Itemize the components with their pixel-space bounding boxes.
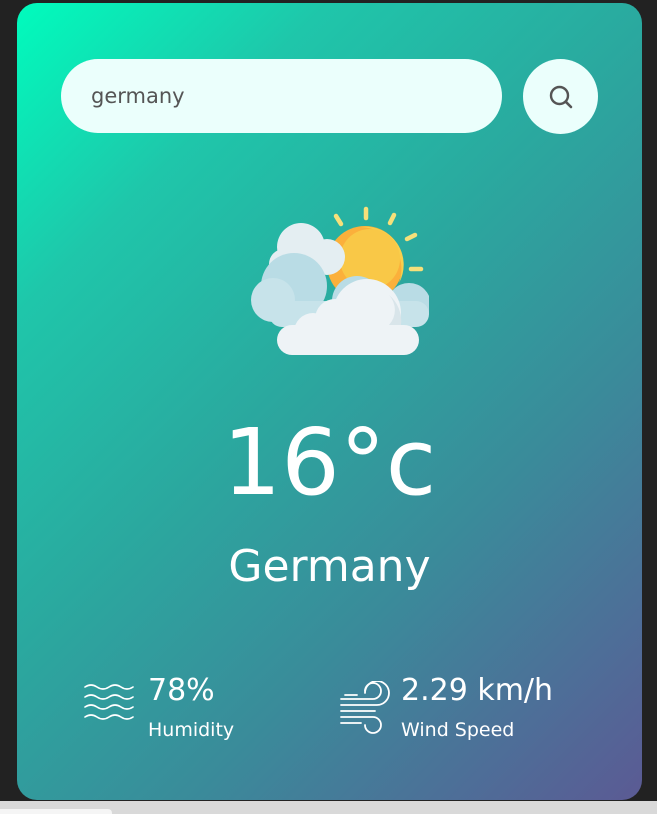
humidity-value: 78% [148,673,215,708]
page: 16°c Germany 78% Humidity [0,0,657,814]
city-name: Germany [228,541,431,592]
partly-cloudy-icon [251,206,429,355]
wind-speed-value: 2.29 km/h [401,673,554,708]
wind-speed-label: Wind Speed [401,719,515,741]
weather-card: 16°c Germany 78% Humidity [17,3,642,800]
search-button[interactable] [523,59,598,134]
search-icon [549,85,572,108]
humidity-waves-icon [84,684,134,720]
search-input[interactable] [61,59,502,133]
wind-stat: 2.29 km/h Wind Speed [337,671,617,751]
browser-bottom-bar [0,801,657,814]
wind-icon [340,681,390,734]
humidity-stat: 78% Humidity [83,671,313,751]
bottom-bar-tab [0,809,112,814]
temperature: 16°c [222,409,437,516]
humidity-label: Humidity [148,719,235,741]
